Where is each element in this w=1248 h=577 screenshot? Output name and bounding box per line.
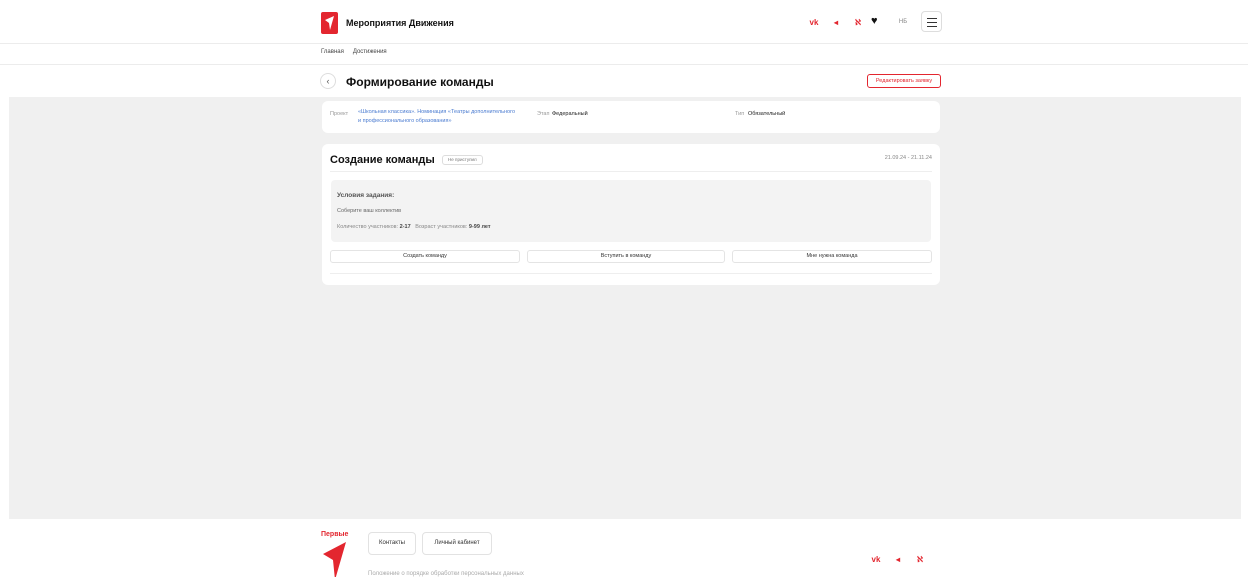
hamburger-menu-icon[interactable] <box>921 11 942 32</box>
telegram-icon[interactable]: ◂ <box>887 552 909 566</box>
type-label: Тип <box>735 111 745 117</box>
count-label: Количество участников: <box>337 224 399 230</box>
breadcrumb: Главная Достижения <box>321 49 387 55</box>
project-info-card: Проект «Школьная классика». Номинация «Т… <box>322 101 940 133</box>
favorites-heart-icon[interactable]: ♥ <box>871 15 878 27</box>
divider <box>0 64 1248 65</box>
conditions-title: Условия задания: <box>337 192 395 199</box>
project-label: Проект <box>330 111 349 117</box>
conditions-text: Соберите ваш коллектив <box>337 208 402 214</box>
divider <box>330 273 932 274</box>
count-value: 2-17 <box>399 224 411 230</box>
page: Мероприятия Движения vk ◂ ℵ ♥ НБ Главная… <box>0 0 1248 577</box>
page-title: Формирование команды <box>346 75 494 89</box>
need-team-button[interactable]: Мне нужна команда <box>732 250 932 263</box>
contacts-button[interactable]: Контакты <box>368 532 416 555</box>
personal-cabinet-button[interactable]: Личный кабинет <box>422 532 492 555</box>
logo-icon[interactable] <box>321 12 338 34</box>
back-arrow-icon[interactable]: ‹ <box>320 73 336 89</box>
footer-brand[interactable]: Первые <box>321 531 348 538</box>
vk-icon[interactable]: vk <box>865 552 887 566</box>
ok-icon[interactable]: ℵ <box>847 15 869 29</box>
date-range: 21.09.24 - 21.11.24 <box>884 155 932 161</box>
conditions-box: Условия задания: Соберите ваш коллектив … <box>331 180 931 242</box>
breadcrumb-achievements[interactable]: Достижения <box>353 49 387 55</box>
create-team-button[interactable]: Создать команду <box>330 250 520 263</box>
project-link[interactable]: «Школьная классика». Номинация «Театры д… <box>358 108 518 126</box>
join-team-button[interactable]: Вступить в команду <box>527 250 725 263</box>
status-badge: Не приступил <box>442 155 483 165</box>
breadcrumb-home[interactable]: Главная <box>321 49 344 55</box>
divider <box>330 171 932 172</box>
stage-label: Этап <box>537 111 550 117</box>
site-title[interactable]: Мероприятия Движения <box>346 18 454 28</box>
team-creation-card: Создание команды Не приступил 21.09.24 -… <box>322 144 940 285</box>
stage-value: Федеральный <box>552 111 588 117</box>
age-value: 9-99 лет <box>468 224 491 230</box>
telegram-icon[interactable]: ◂ <box>825 15 847 29</box>
top-header: Мероприятия Движения vk ◂ ℵ ♥ НБ <box>0 0 1248 44</box>
footer-policy-text[interactable]: Положение о порядке обработки персональн… <box>368 571 524 577</box>
language-switch[interactable]: НБ <box>895 16 911 28</box>
ok-icon[interactable]: ℵ <box>909 552 931 566</box>
footer-social-links: vk ◂ ℵ <box>865 552 931 566</box>
vk-icon[interactable]: vk <box>803 15 825 29</box>
type-value: Обязательный <box>748 111 786 117</box>
team-card-title: Создание команды <box>330 154 435 166</box>
participants-meta: Количество участников: 2-17 Возраст учас… <box>337 224 491 230</box>
footer-logo-icon[interactable] <box>321 540 347 577</box>
social-links: vk ◂ ℵ <box>803 15 869 29</box>
edit-application-button[interactable]: Редактировать заявку <box>867 74 941 88</box>
age-label: Возраст участников: <box>415 224 468 230</box>
